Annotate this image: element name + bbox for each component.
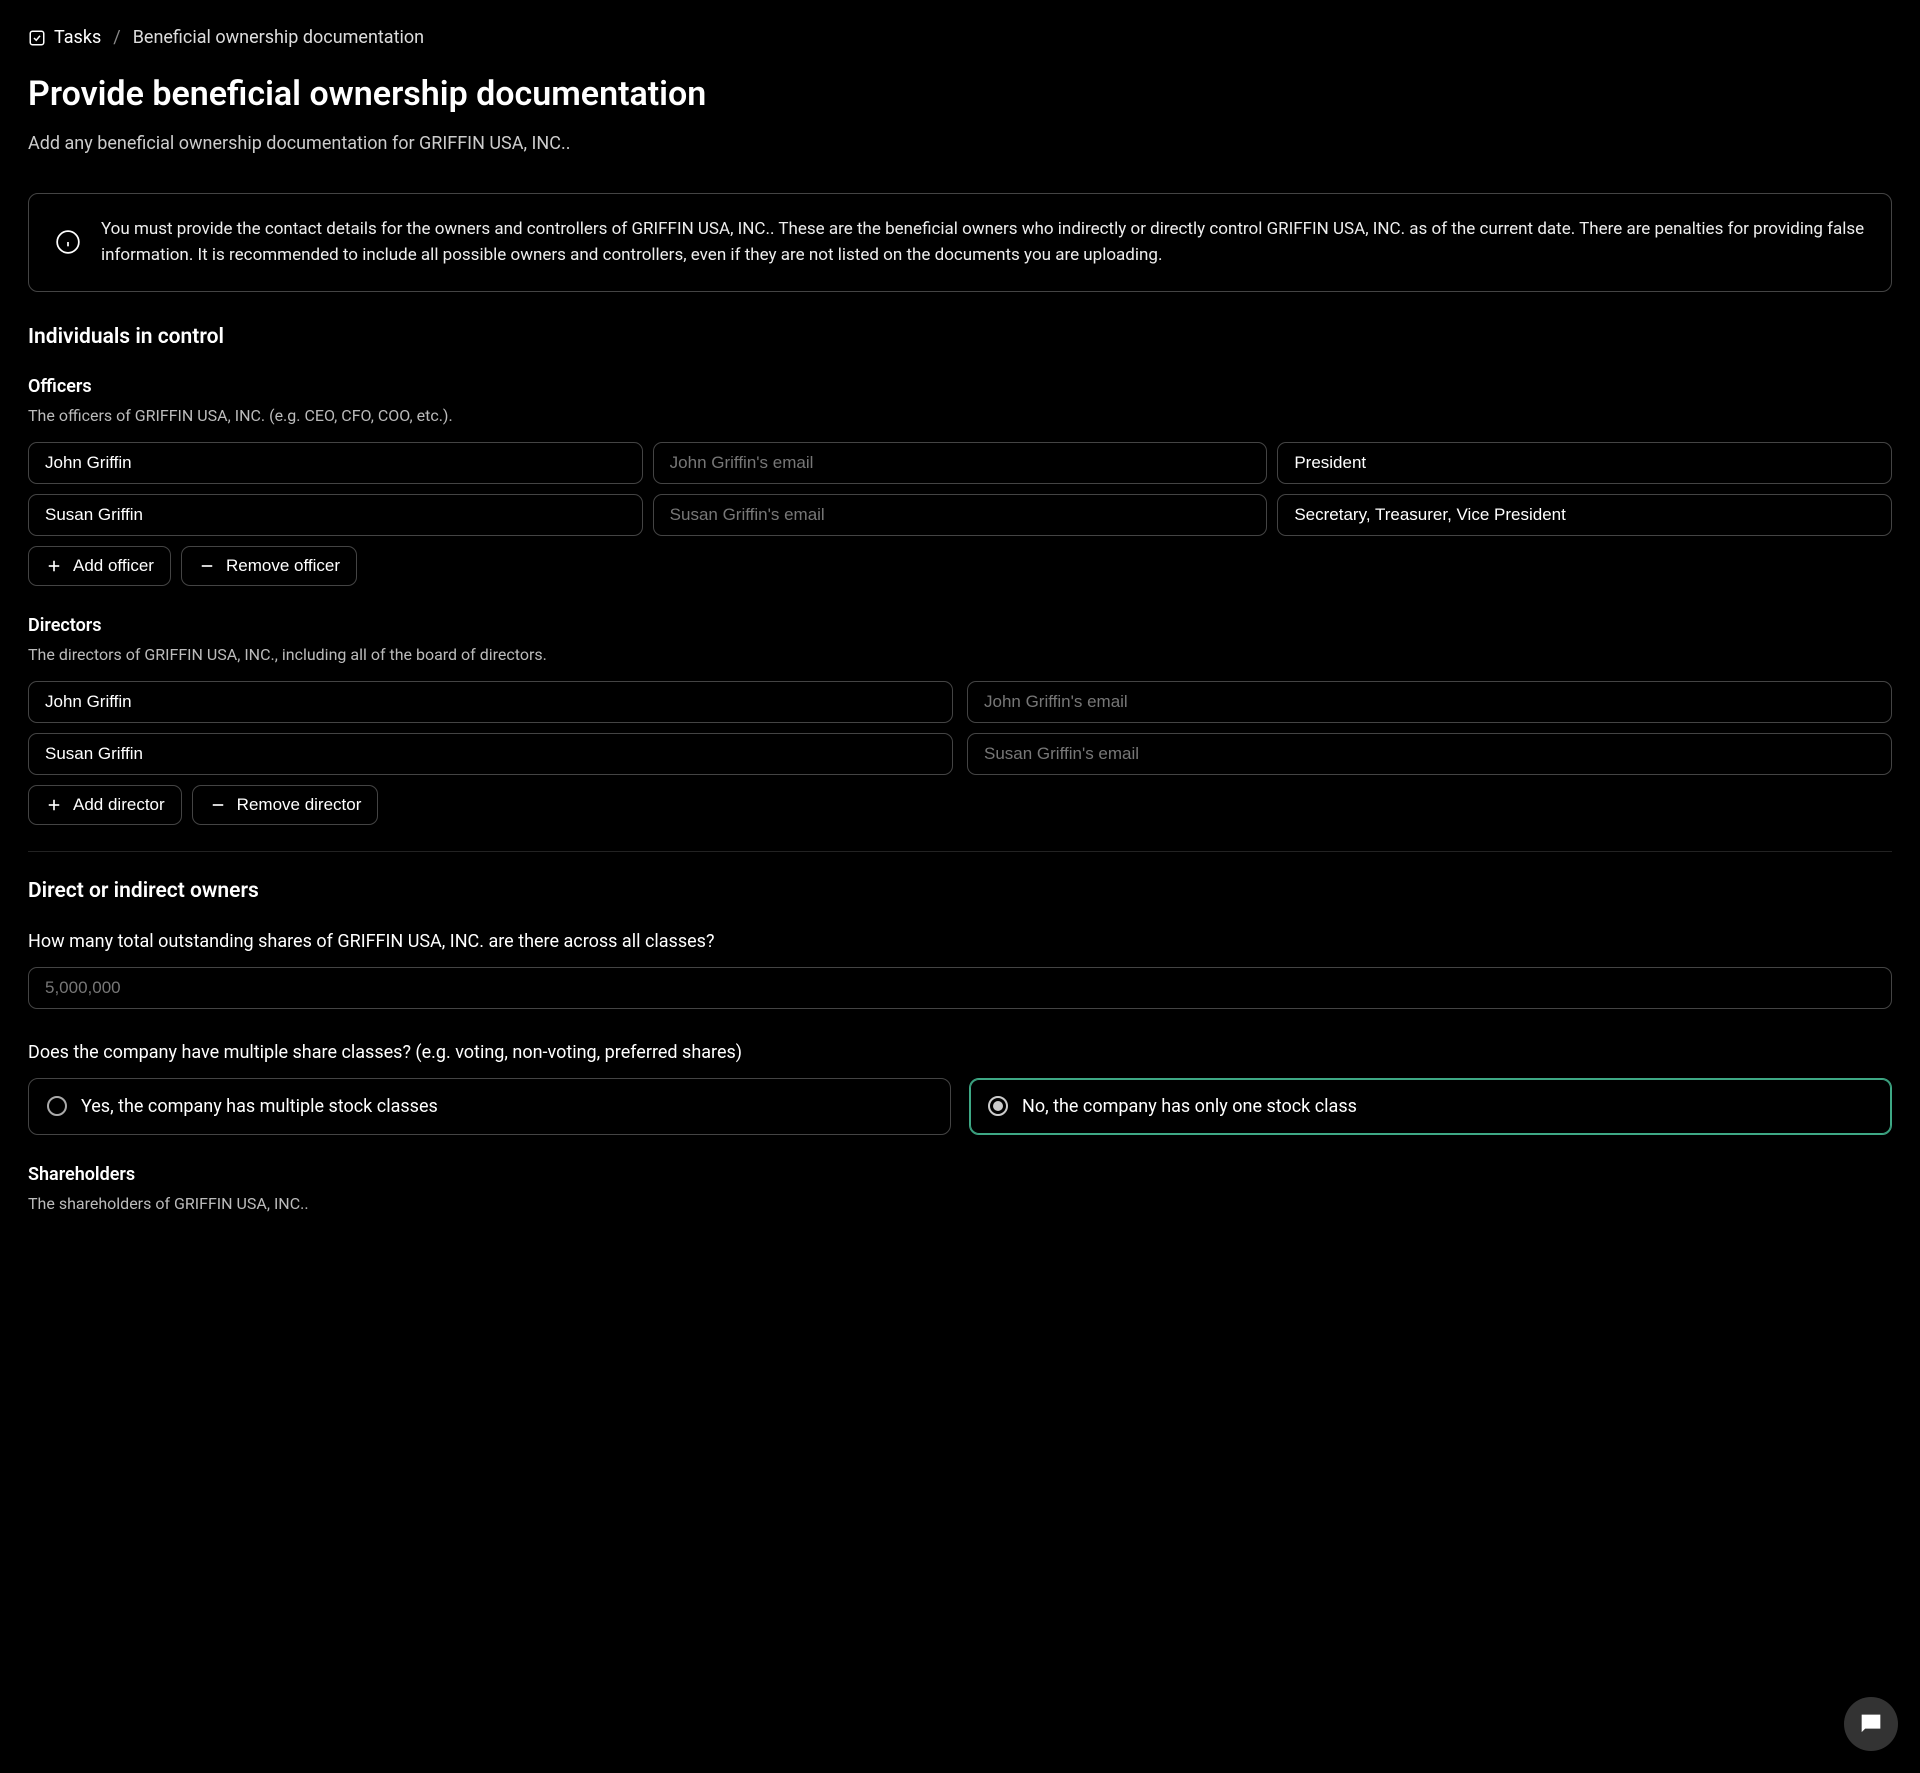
classes-option-yes-label: Yes, the company has multiple stock clas…: [81, 1093, 438, 1120]
minus-icon: [209, 796, 227, 814]
officer-email-input[interactable]: [653, 494, 1268, 536]
classes-question: Does the company have multiple share cla…: [28, 1039, 1892, 1066]
directors-sub: The directors of GRIFFIN USA, INC., incl…: [28, 643, 1892, 667]
page-title: Provide beneficial ownership documentati…: [28, 69, 1892, 120]
officer-name-input[interactable]: [28, 442, 643, 484]
officer-title-input[interactable]: [1277, 442, 1892, 484]
remove-officer-label: Remove officer: [226, 556, 340, 576]
minus-icon: [198, 557, 216, 575]
officer-row: [28, 442, 1892, 484]
officers-heading: Officers: [28, 373, 1892, 400]
director-row: [28, 733, 1892, 775]
officer-name-input[interactable]: [28, 494, 643, 536]
individuals-heading: Individuals in control: [28, 322, 1892, 354]
plus-icon: [45, 557, 63, 575]
classes-option-no[interactable]: No, the company has only one stock class: [969, 1078, 1892, 1135]
classes-option-yes[interactable]: Yes, the company has multiple stock clas…: [28, 1078, 951, 1135]
chat-icon: [1857, 1710, 1885, 1738]
shareholders-sub: The shareholders of GRIFFIN USA, INC..: [28, 1192, 1892, 1216]
check-square-icon: [28, 29, 46, 47]
section-divider: [28, 851, 1892, 852]
owners-heading: Direct or indirect owners: [28, 876, 1892, 908]
director-email-input[interactable]: [967, 681, 1892, 723]
breadcrumb-current: Beneficial ownership documentation: [133, 24, 424, 51]
breadcrumb-tasks-link[interactable]: Tasks: [28, 24, 101, 51]
officer-title-input[interactable]: [1277, 494, 1892, 536]
add-officer-button[interactable]: Add officer: [28, 546, 171, 586]
officer-buttons: Add officer Remove officer: [28, 546, 1892, 586]
director-email-input[interactable]: [967, 733, 1892, 775]
breadcrumb-separator: /: [113, 24, 120, 51]
classes-radio-group: Yes, the company has multiple stock clas…: [28, 1078, 1892, 1135]
director-row: [28, 681, 1892, 723]
shareholders-heading: Shareholders: [28, 1161, 1892, 1188]
add-director-label: Add director: [73, 795, 165, 815]
remove-director-label: Remove director: [237, 795, 362, 815]
officer-row: [28, 494, 1892, 536]
add-officer-label: Add officer: [73, 556, 154, 576]
info-banner: You must provide the contact details for…: [28, 193, 1892, 292]
officers-sub: The officers of GRIFFIN USA, INC. (e.g. …: [28, 404, 1892, 428]
breadcrumb-root-label: Tasks: [54, 24, 101, 51]
director-buttons: Add director Remove director: [28, 785, 1892, 825]
shares-question: How many total outstanding shares of GRI…: [28, 928, 1892, 955]
page-subtitle: Add any beneficial ownership documentati…: [28, 130, 1892, 157]
radio-icon: [988, 1096, 1008, 1116]
radio-icon: [47, 1096, 67, 1116]
directors-heading: Directors: [28, 612, 1892, 639]
chat-support-button[interactable]: [1844, 1697, 1898, 1751]
breadcrumb: Tasks / Beneficial ownership documentati…: [28, 24, 1892, 51]
plus-icon: [45, 796, 63, 814]
shares-input[interactable]: [28, 967, 1892, 1009]
officer-email-input[interactable]: [653, 442, 1268, 484]
director-name-input[interactable]: [28, 681, 953, 723]
remove-officer-button[interactable]: Remove officer: [181, 546, 357, 586]
director-name-input[interactable]: [28, 733, 953, 775]
add-director-button[interactable]: Add director: [28, 785, 182, 825]
remove-director-button[interactable]: Remove director: [192, 785, 379, 825]
classes-option-no-label: No, the company has only one stock class: [1022, 1093, 1357, 1120]
info-banner-text: You must provide the contact details for…: [101, 216, 1865, 269]
info-icon: [55, 229, 81, 255]
